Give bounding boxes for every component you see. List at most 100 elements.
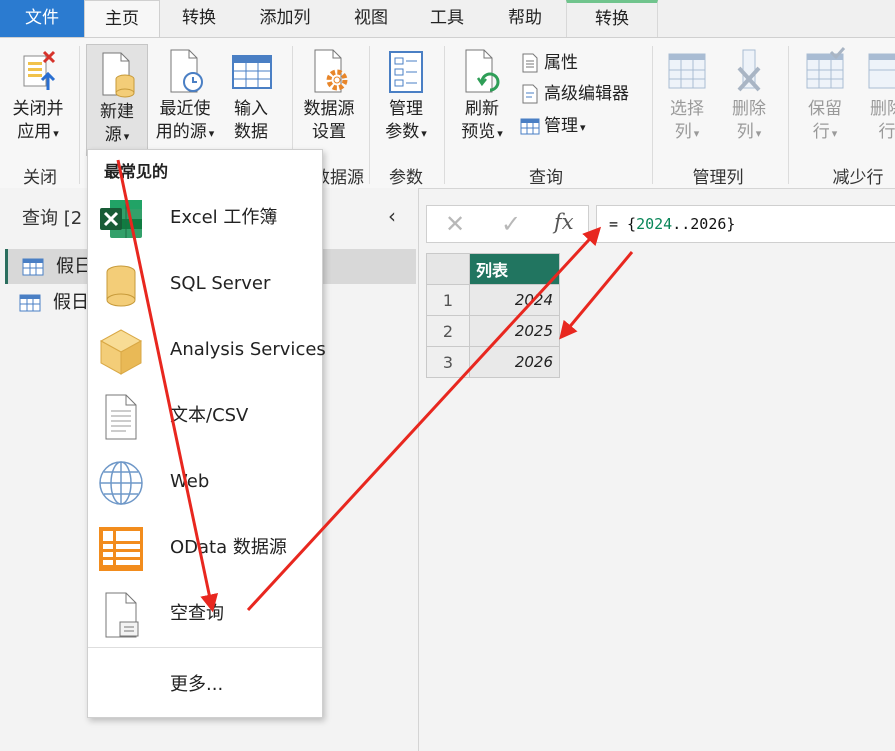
chevron-down-icon: ▾ [755, 127, 762, 140]
recent-sources-button[interactable]: 最近使 用的源 ▾ [152, 46, 218, 145]
cell-value[interactable]: 2026 [469, 346, 560, 378]
remove-columns-icon [737, 49, 761, 92]
tab-tools[interactable]: 工具 [416, 0, 478, 37]
close-apply-button[interactable]: 关闭并 应用 ▾ [6, 46, 70, 145]
close-apply-label-2: 应用 ▾ [17, 122, 59, 142]
choose-columns-label-1: 选择 [670, 99, 704, 119]
refresh-preview-label-2: 预览 ▾ [461, 122, 503, 142]
grid-corner[interactable] [426, 253, 470, 285]
formula-range-operator: .. [672, 215, 691, 233]
chevron-down-icon: ▾ [421, 127, 427, 140]
new-source-button[interactable]: 新建 源 ▾ [86, 44, 148, 156]
keep-rows-icon [806, 47, 846, 89]
collapse-pane-icon[interactable]: ‹ [388, 204, 396, 228]
recent-sources-icon [170, 49, 203, 93]
table-row: 1 2024 [426, 284, 560, 316]
tab-help[interactable]: 帮助 [492, 0, 558, 37]
chevron-down-icon: ▾ [208, 127, 215, 140]
enter-data-label-1: 输入 [234, 99, 268, 119]
chevron-down-icon: ▾ [123, 130, 130, 143]
properties-button[interactable]: 属性 [520, 50, 578, 76]
cell-value[interactable]: 2024 [469, 284, 560, 316]
table-row: 3 2026 [426, 346, 560, 378]
parameters-icon [389, 51, 423, 93]
group-label-manage-columns: 管理列 [692, 168, 744, 188]
data-source-settings-button[interactable]: 数据源 设置 [297, 46, 361, 144]
data-source-settings-label-1: 数据源 [303, 99, 355, 119]
table-icon [19, 294, 41, 312]
new-source-label-2: 源 ▾ [104, 125, 130, 145]
remove-columns-label-2: 列 ▾ [736, 122, 762, 142]
formula-bar-buttons: ✕ ✓ fx [426, 205, 589, 243]
ribbon-tab-bar: 文件 主页 转换 添加列 视图 工具 帮助 转换 [0, 0, 895, 38]
manage-parameters-label-1: 管理 [389, 99, 423, 119]
refresh-preview-button[interactable]: 刷新 预览 ▾ [452, 46, 512, 145]
properties-icon [522, 53, 538, 73]
menu-item-label: Analysis Services [170, 339, 326, 360]
column-header[interactable]: 列表 [469, 253, 560, 285]
table-icon [232, 55, 272, 89]
menu-item-analysis-services[interactable]: Analysis Services [88, 320, 326, 380]
manage-button[interactable]: 管理 ▾ [520, 113, 586, 139]
tab-view[interactable]: 视图 [340, 0, 402, 37]
recent-sources-label-1: 最近使 [159, 99, 211, 119]
choose-columns-button[interactable]: 选择 列 ▾ [660, 46, 714, 145]
remove-rows-button[interactable]: 删除 行 [860, 46, 895, 144]
formula-start-number: 2024 [636, 215, 673, 233]
text-file-icon [105, 394, 137, 440]
menu-item-label: Excel 工作簿 [170, 207, 278, 228]
menu-item-label: 文本/CSV [170, 405, 249, 426]
group-label-reduce-rows: 减少行 [832, 168, 884, 188]
commit-formula-icon[interactable]: ✓ [501, 210, 521, 238]
group-label-query: 查询 [529, 168, 563, 188]
manage-parameters-button[interactable]: 管理 参数 ▾ [377, 46, 435, 145]
remove-columns-button[interactable]: 删除 列 ▾ [722, 46, 776, 145]
menu-item-label: SQL Server [170, 273, 271, 294]
cell-value[interactable]: 2025 [469, 315, 560, 347]
refresh-preview-label-1: 刷新 [465, 99, 499, 119]
tab-home[interactable]: 主页 [84, 0, 160, 38]
cancel-formula-icon[interactable]: ✕ [445, 210, 465, 238]
fx-icon[interactable]: fx [554, 210, 574, 234]
data-source-settings-label-2: 设置 [312, 122, 346, 142]
database-icon [106, 265, 136, 307]
tab-context-transform[interactable]: 转换 [566, 0, 658, 37]
ribbon-divider [369, 46, 370, 184]
formula-input[interactable]: = {2024..2026} [596, 205, 895, 243]
group-label-close: 关闭 [23, 168, 57, 188]
chevron-down-icon: ▾ [831, 127, 838, 140]
remove-columns-label-1: 删除 [732, 99, 766, 119]
ribbon-divider [444, 46, 445, 184]
odata-icon [99, 527, 143, 571]
keep-rows-button[interactable]: 保留 行 ▾ [798, 46, 852, 145]
arrow-to-result [559, 251, 634, 340]
tab-transform[interactable]: 转换 [166, 0, 232, 37]
new-source-dropdown: 最常见的 Excel 工作簿 SQL Server Analysis Servi… [87, 149, 326, 718]
table-icon [520, 118, 540, 135]
menu-item-more[interactable]: 更多... [88, 655, 322, 715]
row-number: 1 [426, 284, 470, 316]
refresh-icon [465, 49, 500, 93]
menu-item-odata[interactable]: OData 数据源 [88, 518, 322, 578]
row-number: 2 [426, 315, 470, 347]
ribbon-divider [652, 46, 653, 184]
menu-item-web[interactable]: Web [88, 452, 322, 512]
chevron-down-icon: ▾ [580, 121, 586, 134]
tab-add-column[interactable]: 添加列 [244, 0, 326, 37]
ribbon-divider [788, 46, 789, 184]
menu-item-sql-server[interactable]: SQL Server [88, 254, 322, 314]
advanced-editor-button[interactable]: 高级编辑器 [520, 81, 629, 107]
excel-icon [100, 200, 142, 238]
menu-item-label: 更多... [170, 674, 224, 695]
enter-data-button[interactable]: 输入 数据 [222, 46, 280, 144]
menu-item-text-csv[interactable]: 文本/CSV [88, 386, 322, 446]
row-number: 3 [426, 346, 470, 378]
menu-item-blank-query[interactable]: 空查询 [88, 584, 322, 644]
remove-rows-label-1: 删除 [870, 99, 895, 119]
tab-file[interactable]: 文件 [0, 0, 84, 37]
recent-sources-label-2: 用的源 ▾ [155, 122, 215, 142]
data-source-settings-icon [314, 49, 348, 93]
cube-icon [99, 329, 143, 375]
formula-end-number: 2026 [690, 215, 727, 233]
menu-item-excel[interactable]: Excel 工作簿 [88, 188, 322, 248]
